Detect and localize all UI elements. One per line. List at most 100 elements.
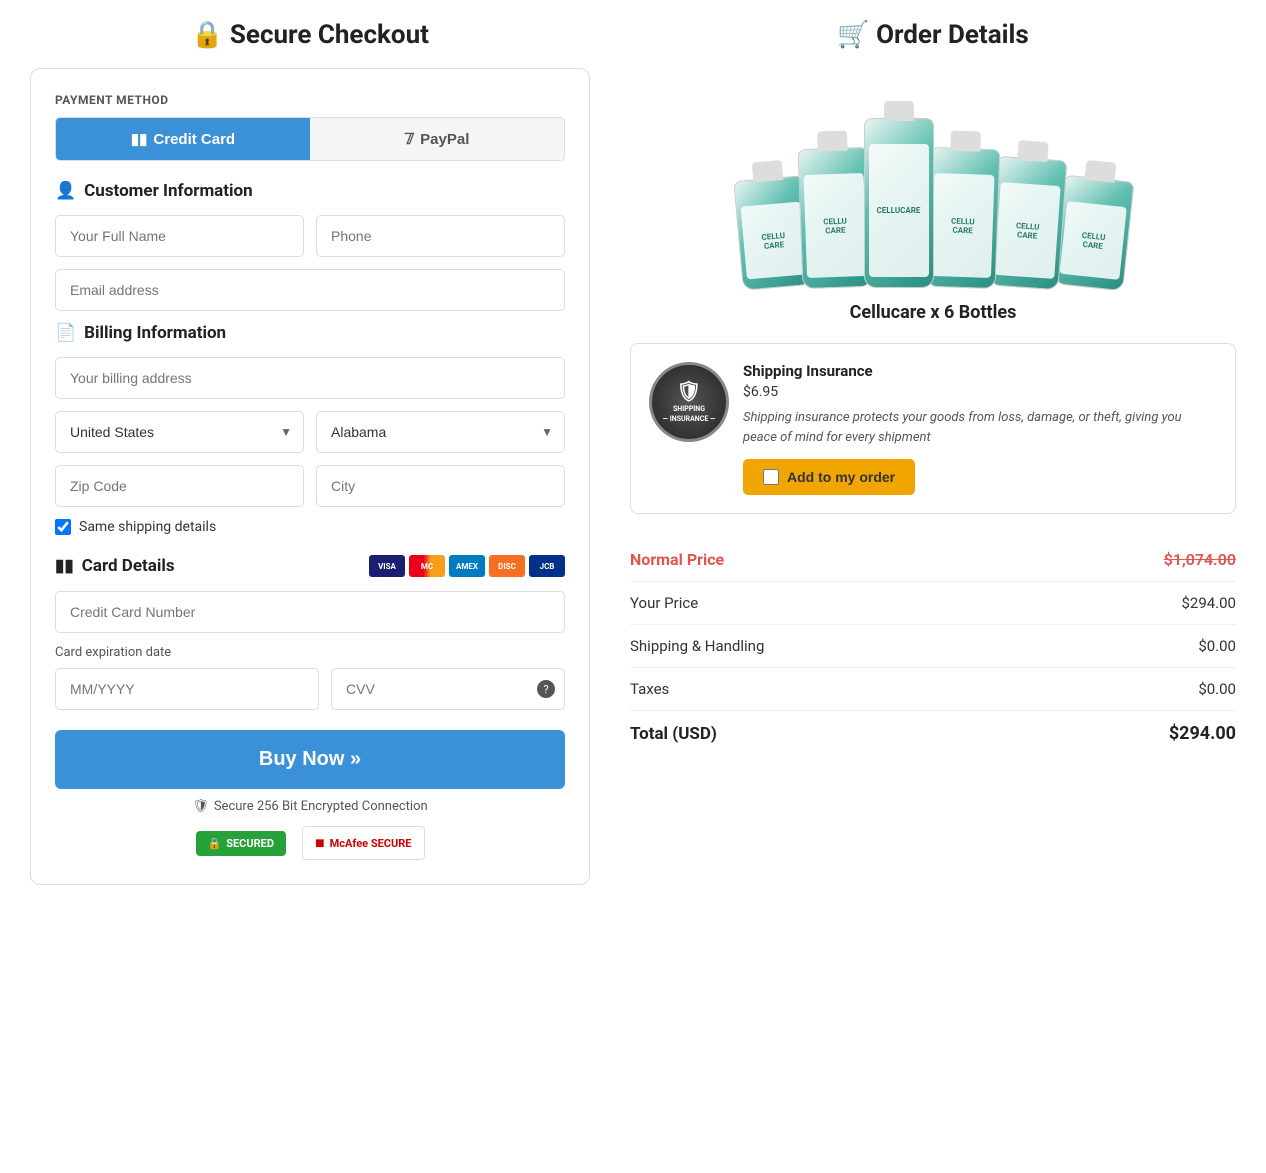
card-icon-small: ▮▮: [131, 130, 148, 148]
shipping-badge-text: SHIPPING — INSURANCE —: [663, 405, 716, 425]
trust-badges: 🔒 SECURED ■ McAfee SECURE: [55, 826, 565, 860]
bottle-cap-3: [884, 101, 914, 121]
your-price-row: Your Price $294.00: [630, 582, 1236, 625]
card-number-input[interactable]: [55, 591, 565, 633]
cvv-wrapper: ?: [331, 668, 565, 710]
bottle-label-4: CELLUCARE: [930, 173, 994, 278]
zip-input[interactable]: [55, 465, 304, 507]
order-details-section: 🛒 Order Details CELLUCARE CELLUCARE CELL…: [630, 20, 1236, 756]
taxes-value: $0.00: [1198, 680, 1236, 698]
name-phone-row: [55, 215, 565, 257]
billing-icon: 📄: [55, 323, 76, 343]
card-number-row: [55, 591, 565, 633]
bottle-cap-5: [1017, 140, 1048, 162]
country-state-row: United States Canada United Kingdom ▼ Al…: [55, 411, 565, 453]
bottle-4: CELLUCARE: [925, 147, 1000, 289]
taxes-row: Taxes $0.00: [630, 668, 1236, 711]
secure-text-row: 🛡 Secure 256 Bit Encrypted Connection: [55, 799, 565, 814]
shipping-info: Shipping Insurance $6.95 Shipping insura…: [743, 362, 1217, 495]
country-select[interactable]: United States Canada United Kingdom: [55, 411, 304, 453]
product-bottles: CELLUCARE CELLUCARE CELLUCARE CELLUCARE …: [630, 68, 1236, 288]
address-row: [55, 357, 565, 399]
normal-price-row: Normal Price $1,074.00: [630, 538, 1236, 582]
checkout-card: PAYMENT METHOD ▮▮ Credit Card 𝟟 PayPal 👤…: [30, 68, 590, 885]
state-select[interactable]: Alabama Alaska Arizona California: [316, 411, 565, 453]
billing-info-title: 📄 Billing Information: [55, 323, 565, 343]
email-input[interactable]: [55, 269, 565, 311]
same-shipping-row: Same shipping details: [55, 519, 565, 535]
phone-input[interactable]: [316, 215, 565, 257]
shipping-insurance-box: 🛡 SHIPPING — INSURANCE — Shipping Insura…: [630, 343, 1236, 514]
cvv-input[interactable]: [331, 668, 565, 710]
shipping-value: $0.00: [1198, 637, 1236, 655]
bottle-label-3: CELLUCARE: [869, 144, 929, 277]
checkout-section: 🔒 Secure Checkout PAYMENT METHOD ▮▮ Cred…: [30, 20, 590, 885]
expiry-input[interactable]: [55, 668, 319, 710]
lock-icon: 🔒: [208, 837, 222, 850]
bottle-cap-6: [1084, 160, 1116, 183]
shipping-insurance-title: Shipping Insurance: [743, 362, 1217, 380]
add-to-order-button[interactable]: Add to my order: [743, 459, 915, 495]
paypal-icon: 𝟟: [405, 130, 415, 148]
payment-method-label: PAYMENT METHOD: [55, 93, 565, 107]
amex-icon: AMEX: [449, 555, 485, 577]
product-image-area: CELLUCARE CELLUCARE CELLUCARE CELLUCARE …: [630, 68, 1236, 323]
shipping-insurance-desc: Shipping insurance protects your goods f…: [743, 408, 1217, 447]
bottle-cap-4: [950, 131, 981, 152]
person-icon: 👤: [55, 181, 76, 201]
payment-tabs: ▮▮ Credit Card 𝟟 PayPal: [55, 117, 565, 161]
card-details-title: ▮▮ Card Details: [55, 556, 175, 576]
your-price-value: $294.00: [1181, 594, 1236, 612]
same-shipping-label[interactable]: Same shipping details: [79, 519, 216, 535]
shipping-badge: 🛡 SHIPPING — INSURANCE —: [649, 362, 729, 442]
bottle-3: CELLUCARE: [864, 118, 934, 288]
bottle-label-5: CELLUCARE: [994, 182, 1060, 279]
bottle-cap-1: [751, 160, 783, 183]
bottle-label-2: CELLUCARE: [803, 173, 867, 278]
secured-badge: 🔒 SECURED: [196, 831, 287, 856]
card-icons-group: VISA MC AMEX DISC JCB: [369, 555, 565, 577]
country-wrapper: United States Canada United Kingdom ▼: [55, 411, 304, 453]
mcafee-badge: ■ McAfee SECURE: [302, 826, 425, 860]
buy-now-button[interactable]: Buy Now »: [55, 730, 565, 789]
tab-credit-card[interactable]: ▮▮ Credit Card: [56, 118, 310, 160]
customer-info-title: 👤 Customer Information: [55, 181, 565, 201]
shield-badge-icon: 🛡: [676, 379, 701, 403]
zip-city-row: [55, 465, 565, 507]
same-shipping-checkbox[interactable]: [55, 519, 71, 535]
normal-price-value: $1,074.00: [1164, 550, 1236, 569]
city-input[interactable]: [316, 465, 565, 507]
address-input[interactable]: [55, 357, 565, 399]
card-details-icon: ▮▮: [55, 556, 74, 576]
jcb-icon: JCB: [529, 555, 565, 577]
expiry-cvv-row: ?: [55, 668, 565, 710]
your-price-label: Your Price: [630, 594, 698, 612]
order-details-title: 🛒 Order Details: [630, 20, 1236, 50]
state-wrapper: Alabama Alaska Arizona California ▼: [316, 411, 565, 453]
product-name: Cellucare x 6 Bottles: [630, 302, 1236, 323]
total-value: $294.00: [1169, 723, 1236, 744]
tab-credit-card-label: Credit Card: [153, 131, 235, 148]
tab-paypal[interactable]: 𝟟 PayPal: [310, 118, 564, 160]
taxes-label: Taxes: [630, 680, 669, 698]
card-details-header: ▮▮ Card Details VISA MC AMEX DISC JCB: [55, 555, 565, 577]
normal-price-label: Normal Price: [630, 550, 724, 569]
cvv-help-icon[interactable]: ?: [537, 680, 555, 698]
shield-icon: 🛡: [192, 799, 209, 814]
tab-paypal-label: PayPal: [420, 131, 469, 148]
bottle-2: CELLUCARE: [797, 147, 872, 289]
shipping-label: Shipping & Handling: [630, 637, 764, 655]
total-row: Total (USD) $294.00: [630, 711, 1236, 756]
checkout-title: 🔒 Secure Checkout: [30, 20, 590, 50]
shipping-insurance-price: $6.95: [743, 384, 1217, 400]
mcafee-icon: ■: [315, 833, 325, 853]
shipping-row: Shipping & Handling $0.00: [630, 625, 1236, 668]
add-to-order-checkbox[interactable]: [763, 469, 779, 485]
total-label: Total (USD): [630, 724, 717, 744]
bottle-label-6: CELLUCARE: [1059, 201, 1126, 280]
bottle-5: CELLUCARE: [988, 156, 1067, 291]
discover-icon: DISC: [489, 555, 525, 577]
expiry-label: Card expiration date: [55, 645, 565, 660]
email-row: [55, 269, 565, 311]
full-name-input[interactable]: [55, 215, 304, 257]
